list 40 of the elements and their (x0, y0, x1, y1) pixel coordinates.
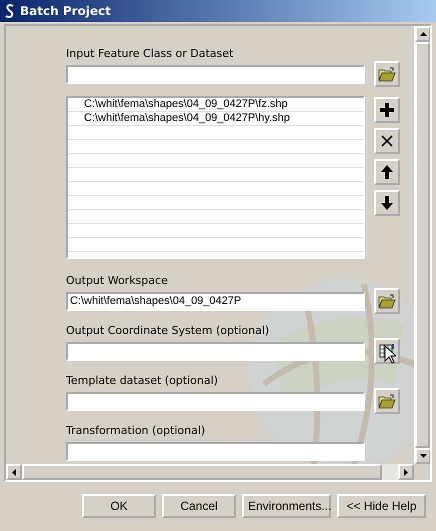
down-arrow-icon (420, 454, 426, 458)
cursor-icon (384, 345, 396, 364)
field-label: Output Workspace (66, 273, 168, 288)
folder-icon (378, 394, 396, 408)
field-label: Transformation (optional) (66, 423, 206, 438)
folder-icon (378, 294, 396, 308)
folder-icon (378, 66, 396, 82)
window-title: Batch Project (20, 4, 111, 18)
move-down-button[interactable] (374, 190, 400, 216)
dialog-button[interactable]: Cancel (162, 494, 236, 518)
field-label: Input Feature Class or Dataset (66, 46, 234, 61)
field-label: Template dataset (optional) (66, 373, 218, 388)
plus-icon (380, 103, 394, 117)
move-up-button[interactable] (374, 159, 400, 185)
dataset-list[interactable]: C:\whit\fema\shapes\04_09_0427P\fz.shp C:\whit\fema\shapes\04_09_0427P\hy.shp (66, 96, 365, 259)
input-field[interactable] (66, 64, 365, 84)
remove-button[interactable] (374, 128, 400, 154)
input-field[interactable] (66, 442, 365, 460)
input-field[interactable] (66, 342, 365, 360)
list-item[interactable]: C:\whit\fema\shapes\04_09_0427P\hy.shp (68, 112, 363, 126)
list-item[interactable]: C:\whit\fema\shapes\04_09_0427P\fz.shp (68, 98, 363, 112)
input-field[interactable]: C:\whit\fema\shapes\04_09_0427P (66, 292, 365, 310)
close-icon (381, 135, 393, 147)
browse-button[interactable] (374, 388, 400, 414)
up-arrow-icon (420, 32, 426, 36)
browse-button[interactable] (374, 61, 400, 87)
input-field[interactable] (66, 392, 365, 410)
dialog-button[interactable]: OK (82, 494, 156, 518)
down-arrow-icon (381, 196, 393, 210)
dialog-button[interactable]: Environments... (242, 494, 331, 518)
left-arrow-icon (12, 468, 16, 476)
dialog-button[interactable]: << Hide Help (337, 494, 426, 518)
horizontal-scrollbar[interactable] (6, 464, 414, 480)
browse-button[interactable] (374, 288, 400, 314)
add-button[interactable] (374, 97, 400, 123)
up-arrow-icon (381, 165, 393, 179)
right-arrow-icon (404, 468, 408, 476)
tool-icon (4, 4, 16, 18)
vertical-scrollbar[interactable] (414, 26, 430, 464)
field-label: Output Coordinate System (optional) (66, 323, 270, 338)
